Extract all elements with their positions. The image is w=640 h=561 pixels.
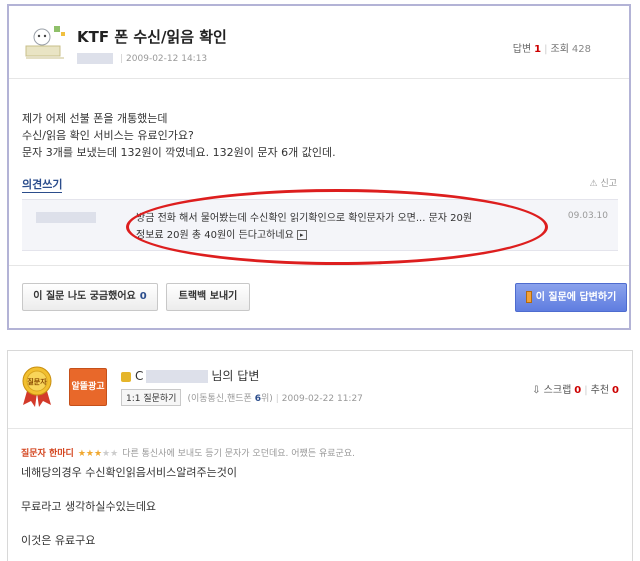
answer-body-line (21, 481, 237, 498)
answer-body-line: 네해당의경우 수신확인읽음서비스알려주는것이 (21, 466, 238, 479)
question-body-line: 수신/읽음 확인 서비스는 유료인가요? (22, 129, 194, 142)
question-body-line: 제가 어제 선불 폰을 개통했는데 (22, 112, 168, 125)
question-category-icon (25, 26, 65, 59)
report-link[interactable]: ⚠ 신고 (589, 176, 617, 189)
recommend-count: 0 (612, 385, 619, 396)
answer-title: C 님의 답변 (121, 367, 259, 384)
recommend-label: 추천 (590, 385, 610, 396)
answerer-name-blurred[interactable] (146, 370, 209, 383)
answer-body: 네해당의경우 수신확인읽음서비스알려주는것이 무료라고 생각하실수있는데요 이것… (21, 464, 237, 549)
answerer-category: (이동통신,핸드폰 (187, 394, 252, 404)
views-count: 428 (571, 44, 591, 55)
question-date: 2009-02-12 14:13 (126, 54, 208, 64)
answer-title-suffix: 님의 답변 (211, 369, 260, 383)
commenter-name-blurred[interactable] (36, 212, 96, 223)
asker-comment-text: 다른 통신사에 보내도 등기 문자가 오던데요. 어쨌든 유료군요. (122, 449, 355, 459)
question-panel: KTF 폰 수신/읽음 확인 | 2009-02-12 14:13 답변 1 | 조회 4… (7, 4, 631, 330)
asker-comment: 질문자 한마디 ★★★★★ 다른 통신사에 보내도 등기 문자가 오던데요. 어쨌든… (21, 446, 355, 459)
answers-label: 답변 (512, 44, 532, 55)
one-on-one-question-button[interactable]: 1:1 질문하기 (121, 389, 182, 406)
divider (9, 265, 629, 266)
question-body-line: 문자 3개를 보냈는데 132원이 깍였네요. 132원이 문자 6개 값인데. (22, 146, 336, 159)
question-body: 제가 어제 선불 폰을 개통했는데 수신/읽음 확인 서비스는 유료인가요? 문… (22, 110, 336, 161)
scrap-label: 스크랩 (543, 385, 572, 396)
question-meta: | 2009-02-12 14:13 (77, 53, 207, 64)
answer-stats: ⇩ 스크랩 0 | 추천 0 (532, 385, 619, 396)
scrap-count: 0 (574, 385, 582, 396)
question-title: KTF 폰 수신/읽음 확인 (77, 28, 227, 46)
scrap-icon: ⇩ (532, 385, 541, 396)
scrap-button[interactable]: ⇩ 스크랩 0 (532, 385, 581, 396)
answer-body-line (21, 515, 237, 532)
crown-icon (121, 371, 131, 382)
views-label: 조회 (550, 44, 569, 55)
trackback-button[interactable]: 트랙백 보내기 (166, 283, 250, 311)
comment-date: 09.03.10 (567, 211, 608, 221)
asker-choice-medal-icon: 질문자 (22, 366, 52, 407)
asker-comment-label: 질문자 한마디 (21, 449, 74, 459)
curious-button[interactable]: 이 질문 나도 궁금했어요 0 (22, 283, 158, 311)
answer-date: 2009-02-22 11:27 (281, 394, 363, 404)
curious-count: 0 (139, 291, 147, 302)
question-counts: 답변 1 | 조회 428 (512, 44, 591, 55)
answerer-rank-suffix: 위) (260, 394, 273, 404)
pencil-icon (525, 291, 532, 303)
opinion-write-link[interactable]: 의견쓰기 (22, 176, 63, 193)
curious-label: 이 질문 나도 궁금했어요 (33, 291, 136, 302)
medal-text: 질문자 (27, 377, 47, 386)
siren-icon: ⚠ (589, 179, 598, 189)
divider (9, 78, 629, 79)
answer-meta: 1:1 질문하기 (이동통신,핸드폰 6위) | 2009-02-22 11:27 (121, 389, 363, 406)
divider (8, 428, 632, 429)
answer-panel: 질문자 알뜰광고 C 님의 답변 1:1 질문하기 (이동통신,핸드폰 6위) | 20… (7, 350, 633, 561)
rating-stars-icon: ★★★★★ (77, 449, 119, 459)
answer-body-line: 무료라고 생각하실수있는데요 (21, 500, 157, 513)
highlight-ellipse (126, 189, 548, 265)
author-name-blurred[interactable] (77, 53, 113, 64)
answer-this-question-button[interactable]: 이 질문에 답변하기 (515, 283, 627, 312)
answerer-avatar[interactable]: 알뜰광고 (69, 368, 107, 406)
report-label: 신고 (600, 179, 617, 189)
recommend-button[interactable]: 추천 0 (591, 385, 619, 396)
answer-button-label: 이 질문에 답변하기 (535, 292, 617, 303)
answer-body-line: 이것은 유료구요 (21, 534, 96, 547)
answers-count: 1 (534, 44, 542, 55)
answerer-initial: C (135, 369, 144, 383)
